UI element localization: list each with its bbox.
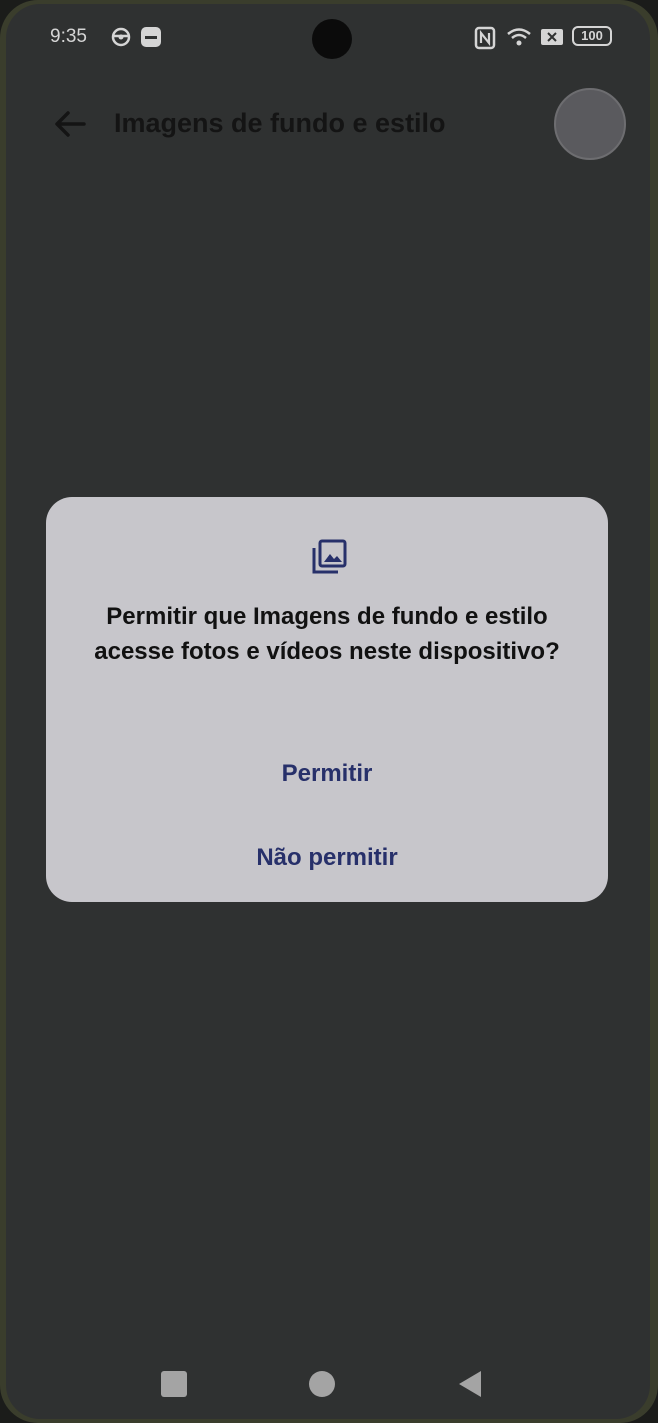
account-avatar[interactable] <box>554 88 626 160</box>
photo-library-icon <box>312 539 347 574</box>
permission-message: Permitir que Imagens de fundo e estilo a… <box>94 603 560 665</box>
notification-app-icon <box>141 27 161 47</box>
home-circle-icon[interactable] <box>302 1364 342 1404</box>
sim-icon <box>541 29 563 45</box>
page-title: Imagens de fundo e estilo <box>114 108 446 138</box>
arrow-left-icon[interactable] <box>50 104 90 144</box>
phone-frame: 9:35 100 Imagens de fundo e estilo Permi… <box>0 0 658 1423</box>
back-triangle-icon[interactable] <box>450 1364 490 1404</box>
status-time: 9:35 <box>50 26 87 47</box>
recents-square-icon[interactable] <box>154 1364 194 1404</box>
allow-button[interactable]: Permitir <box>46 760 608 788</box>
permission-dialog: Permitir que Imagens de fundo e estilo a… <box>46 497 608 902</box>
steering-wheel-icon <box>111 27 131 47</box>
screen: 9:35 100 Imagens de fundo e estilo Permi… <box>6 4 650 1419</box>
front-camera <box>312 19 352 59</box>
nfc-icon <box>474 26 496 50</box>
deny-button[interactable]: Não permitir <box>46 844 608 872</box>
wifi-icon <box>507 28 531 46</box>
battery-indicator: 100 <box>572 26 612 46</box>
